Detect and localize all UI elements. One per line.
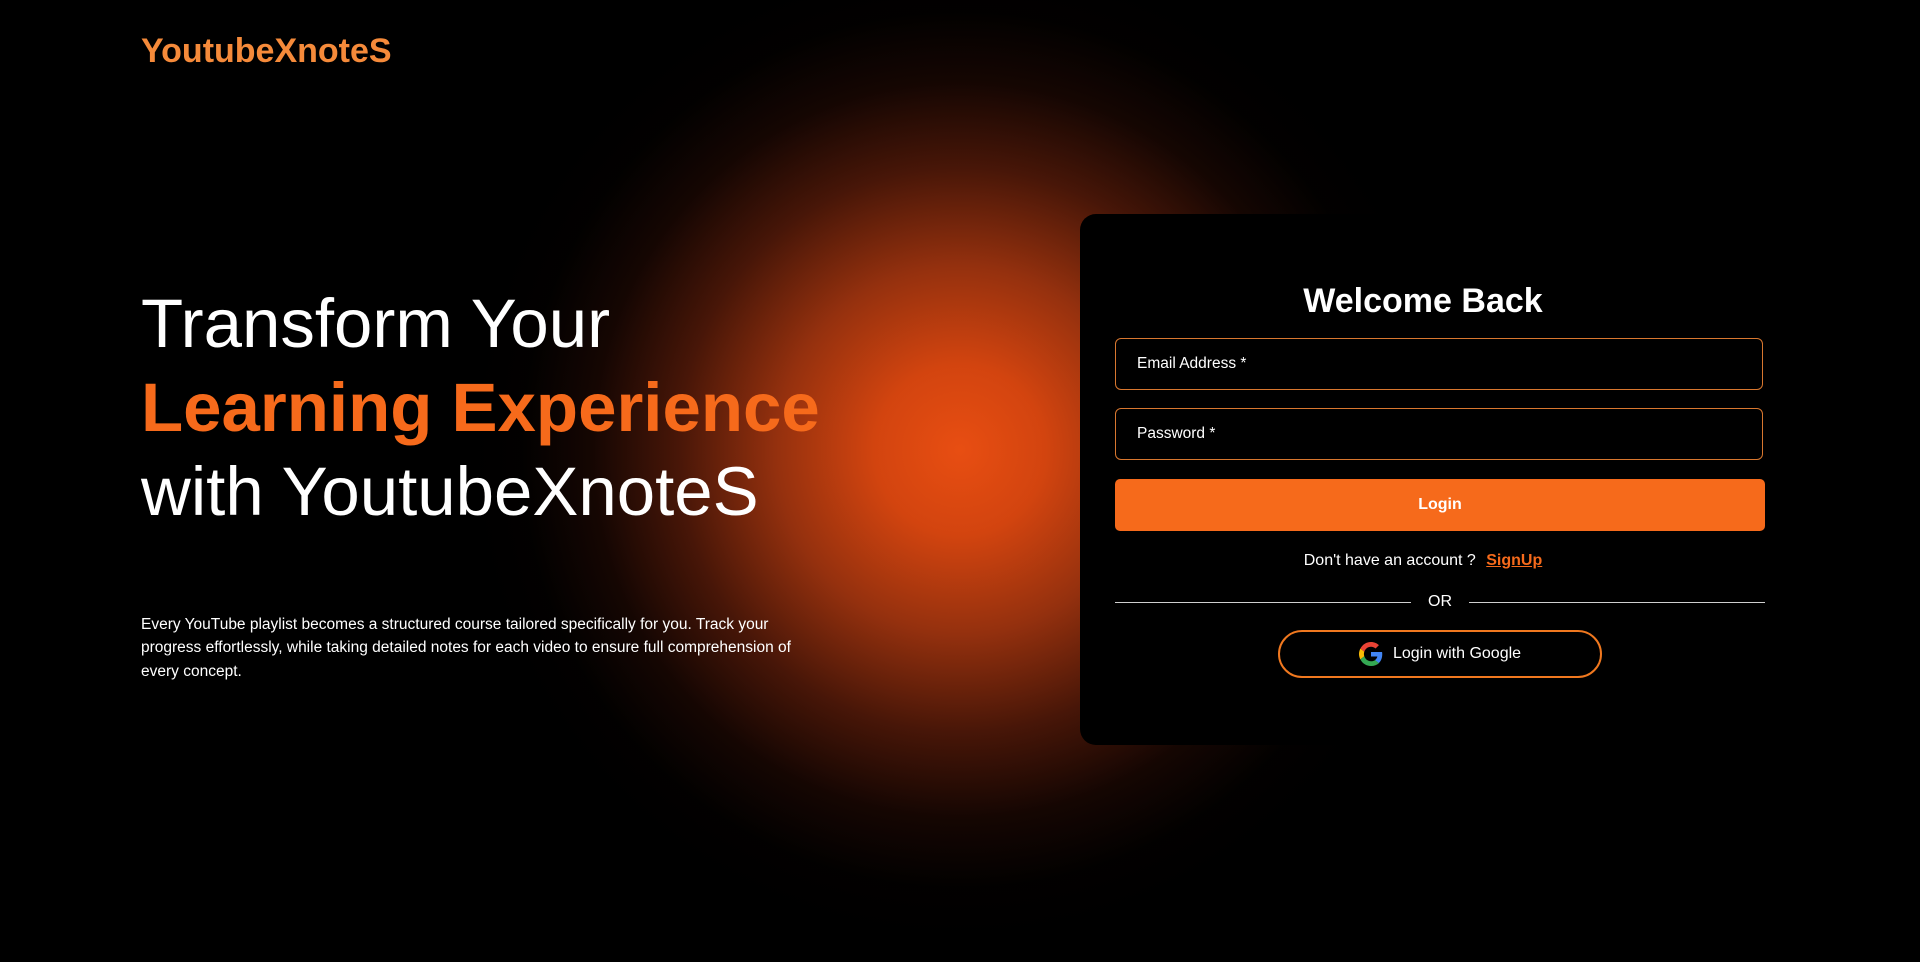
login-title: Welcome Back — [1303, 282, 1543, 320]
password-field[interactable] — [1115, 408, 1763, 460]
hero-line-2: Learning Experience — [141, 369, 820, 446]
signup-prompt: Don't have an account ? — [1303, 552, 1476, 569]
email-field[interactable] — [1115, 338, 1763, 390]
login-page: YoutubeXnoteS Transform Your Learning Ex… — [0, 0, 1920, 962]
divider-line-right — [1469, 602, 1765, 603]
hero-heading: Transform Your Learning Experience with … — [141, 282, 821, 534]
signup-link[interactable]: SignUp — [1486, 552, 1542, 569]
google-icon — [1358, 642, 1383, 666]
hero-line-1: Transform Your — [141, 285, 611, 362]
google-login-label: Login with Google — [1392, 645, 1522, 662]
hero-description: Every YouTube playlist becomes a structu… — [141, 615, 791, 680]
hero-line-3: with YoutubeXnoteS — [141, 453, 759, 530]
login-button[interactable]: Login — [1115, 479, 1765, 531]
brand-logo[interactable]: YoutubeXnoteS — [141, 32, 392, 71]
google-login-button[interactable]: Login with Google — [1278, 630, 1602, 678]
login-card: Welcome Back Login Don't have an account… — [1080, 214, 1766, 745]
signup-row: Don't have an account ? SignUp — [1080, 552, 1766, 570]
or-divider: OR — [1115, 592, 1765, 612]
